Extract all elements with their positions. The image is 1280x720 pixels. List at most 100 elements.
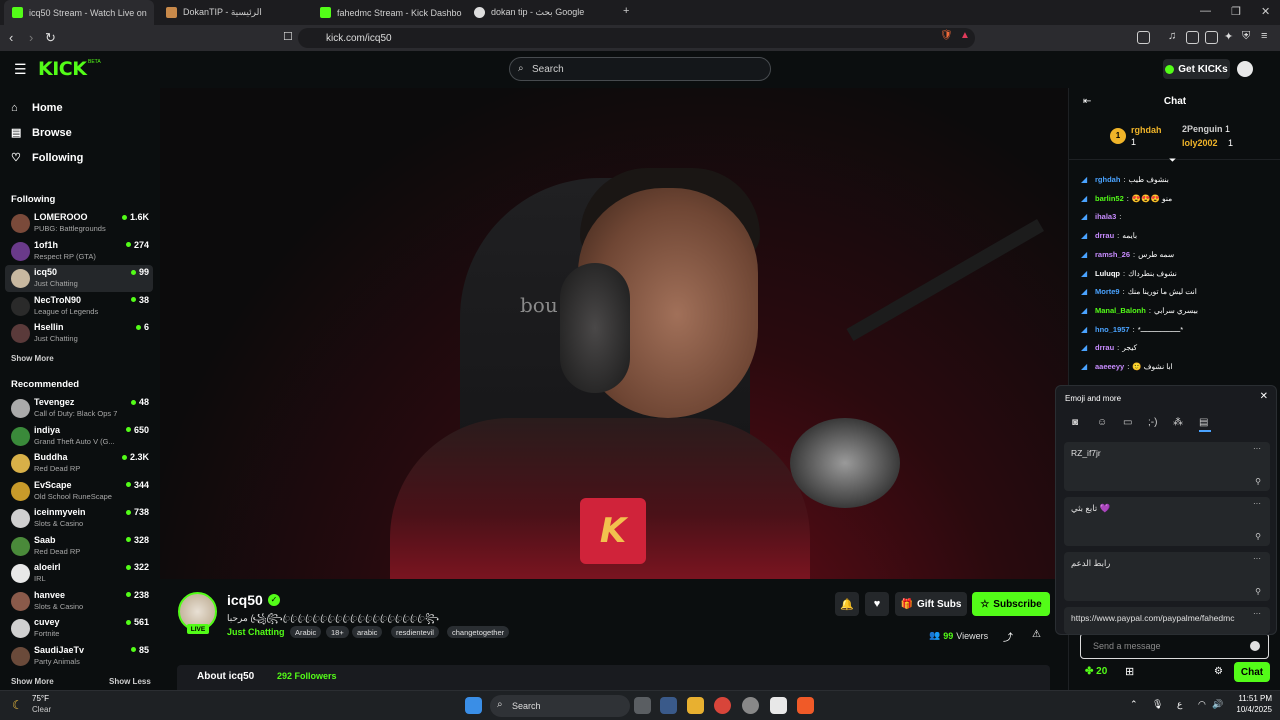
menu-icon[interactable]: ≡: [1261, 30, 1267, 42]
chat-username[interactable]: ihala3: [1095, 212, 1116, 221]
search-input[interactable]: ⌕ Search: [509, 57, 771, 81]
microphone-icon[interactable]: 🎙: [1152, 699, 1163, 710]
taskbar-time[interactable]: 11:51 PM: [1228, 694, 1272, 703]
sidebar-channel[interactable]: 1of1h Respect RP (GTA) 274: [5, 238, 153, 265]
obs-icon[interactable]: [742, 697, 759, 714]
sidebar-channel[interactable]: icq50 Just Chatting 99: [5, 265, 153, 292]
chat-message[interactable]: ◢ drrau: بايمه: [1081, 231, 1137, 240]
minimize-icon[interactable]: —: [1200, 5, 1211, 17]
sidebar-channel[interactable]: NecTroN90 League of Legends 38: [5, 293, 153, 320]
cast-icon[interactable]: [1137, 31, 1150, 44]
bookmark-icon[interactable]: ☐: [283, 30, 293, 43]
sidebar-channel[interactable]: Hsellin Just Chatting 6: [5, 320, 153, 347]
sidebar-channel[interactable]: Saab Red Dead RP 328: [5, 533, 153, 560]
close-icon[interactable]: ✕: [1260, 391, 1268, 402]
chat-username[interactable]: Manal_Balonh: [1095, 306, 1146, 315]
more-icon[interactable]: ···: [1253, 609, 1261, 618]
close-window-icon[interactable]: ✕: [1261, 5, 1270, 18]
chat-settings-icon[interactable]: ⚙: [1214, 666, 1223, 677]
show-more-recommended-button[interactable]: Show More: [11, 677, 54, 686]
leo-ai-icon[interactable]: ✦: [1224, 30, 1233, 43]
chat-username[interactable]: Luluqp: [1095, 269, 1120, 278]
subscribe-button[interactable]: ☆ Subscribe: [972, 592, 1050, 616]
windows-start-icon[interactable]: [465, 697, 482, 714]
video-player[interactable]: bou K: [160, 88, 1068, 579]
chat-username[interactable]: aaeeeyy: [1095, 362, 1124, 371]
show-more-following-button[interactable]: Show More: [11, 354, 54, 363]
browser-tab[interactable]: icq50 Stream - Watch Live on ✕: [4, 0, 154, 25]
pin-icon[interactable]: ⚲: [1255, 477, 1261, 486]
follow-button[interactable]: ♥: [865, 592, 889, 616]
chat-message[interactable]: ◢ ramsh_26: سمه طرس: [1081, 250, 1174, 259]
volume-icon[interactable]: 🔊: [1212, 699, 1223, 710]
leaderboard-name[interactable]: rghdah: [1131, 125, 1162, 135]
chat-message[interactable]: ◢ hno_1957: *ــــــــــــــــــ*: [1081, 325, 1183, 334]
media-icon[interactable]: ♫: [1168, 30, 1176, 42]
pin-icon[interactable]: ⚲: [1255, 587, 1261, 596]
pin-icon[interactable]: ⚲: [1255, 532, 1261, 541]
quick-message[interactable]: رابط الدعم ··· ⚲: [1064, 552, 1270, 601]
report-icon[interactable]: ⚠: [1032, 629, 1041, 640]
get-kicks-button[interactable]: Get KICKs: [1163, 59, 1230, 79]
notifications-button[interactable]: 🔔: [835, 592, 859, 616]
send-chat-button[interactable]: Chat: [1234, 662, 1270, 682]
kick-emotes-tab-icon[interactable]: ◙: [1072, 417, 1078, 428]
quick-message[interactable]: تابع بثي 💜 ··· ⚲: [1064, 497, 1270, 546]
sidebar-item-browse[interactable]: ▤ Browse: [11, 127, 72, 139]
pinned-toggle-icon[interactable]: ⏷: [1169, 155, 1176, 166]
url-bar[interactable]: kick.com/icq50: [298, 28, 975, 48]
back-icon[interactable]: ‹: [9, 30, 13, 45]
weather-temperature[interactable]: 75°F: [32, 694, 49, 703]
sidebar-channel[interactable]: Tevengez Call of Duty: Black Ops 7 48: [5, 395, 153, 422]
brave-icon[interactable]: [797, 697, 814, 714]
sidebar-channel[interactable]: cuvey Fortnite 561: [5, 615, 153, 642]
chat-username[interactable]: drrau: [1095, 231, 1114, 240]
capcut-icon[interactable]: [770, 697, 787, 714]
chat-message[interactable]: ◢ aaeeeyy: 🙂 ابا نشوف: [1081, 362, 1173, 371]
leaderboard-name[interactable]: loly2002: [1182, 138, 1218, 148]
stream-tag[interactable]: 18+: [326, 626, 349, 638]
emoji-picker-icon[interactable]: [1250, 641, 1260, 651]
hamburger-menu-icon[interactable]: ☰: [14, 61, 27, 78]
emoticon-tab-icon[interactable]: ;-): [1148, 417, 1157, 428]
chat-username[interactable]: barlin52: [1095, 194, 1124, 203]
sidebar-channel[interactable]: LOMEROOO PUBG: Battlegrounds 1.6K: [5, 210, 153, 237]
kicks-balance[interactable]: ✤ 20: [1085, 666, 1107, 677]
settings-app-icon[interactable]: [660, 697, 677, 714]
more-icon[interactable]: ···: [1253, 554, 1261, 563]
chat-message-input[interactable]: Send a message: [1080, 633, 1269, 659]
chat-message[interactable]: ◢ ihala3:: [1081, 212, 1124, 221]
taskbar-search[interactable]: ⌕ Search: [490, 695, 630, 717]
task-view-icon[interactable]: [634, 697, 651, 714]
browser-tab[interactable]: fahedmc Stream - Kick Dashboar: [312, 0, 462, 25]
restore-icon[interactable]: ❐: [1231, 5, 1241, 18]
sidebar-channel[interactable]: EvScape Old School RuneScape 344: [5, 478, 153, 505]
extensions-tab-icon[interactable]: ⁂: [1173, 417, 1183, 428]
emoji-tab-icon[interactable]: ☺: [1097, 417, 1107, 428]
close-tab-icon[interactable]: ✕: [153, 6, 154, 19]
forward-icon[interactable]: ›: [29, 30, 33, 45]
file-explorer-icon[interactable]: [687, 697, 704, 714]
chat-message[interactable]: ◢ rghdah: بنشوف طيب: [1081, 175, 1169, 184]
show-less-button[interactable]: Show Less: [109, 677, 151, 686]
more-icon[interactable]: ···: [1253, 444, 1261, 453]
stream-category-link[interactable]: Just Chatting: [227, 627, 285, 637]
quick-messages-tab-icon[interactable]: ▤: [1199, 417, 1208, 428]
chrome-icon[interactable]: [714, 697, 731, 714]
vpn-icon[interactable]: ⛨: [1242, 30, 1250, 43]
chat-username[interactable]: rghdah: [1095, 175, 1120, 184]
brave-rewards-icon[interactable]: ▲: [960, 30, 970, 41]
leaderboard-name[interactable]: 2Penguin: [1182, 124, 1223, 134]
sidebar-channel[interactable]: indiya Grand Theft Auto V (G... 650: [5, 423, 153, 450]
quick-message[interactable]: https://www.paypal.com/paypalme/fahedmc …: [1064, 607, 1270, 634]
chat-message[interactable]: ◢ Morte9: انت ليش ما تورينا منك: [1081, 287, 1197, 296]
sidebar-channel[interactable]: SaudiJaeTv Party Animals 85: [5, 643, 153, 670]
new-tab-icon[interactable]: +: [623, 5, 629, 17]
gift-icon[interactable]: ⊞: [1125, 665, 1134, 678]
sidebar-item-home[interactable]: ⌂ Home: [11, 102, 63, 114]
tray-chevron-icon[interactable]: ⌃: [1130, 699, 1138, 710]
chat-message[interactable]: ◢ drrau: كيجر: [1081, 343, 1137, 352]
chat-username[interactable]: ramsh_26: [1095, 250, 1130, 259]
chat-message[interactable]: ◢ barlin52: 😍😍😍 منو: [1081, 194, 1172, 203]
share-icon[interactable]: ⤴: [1003, 629, 1013, 644]
